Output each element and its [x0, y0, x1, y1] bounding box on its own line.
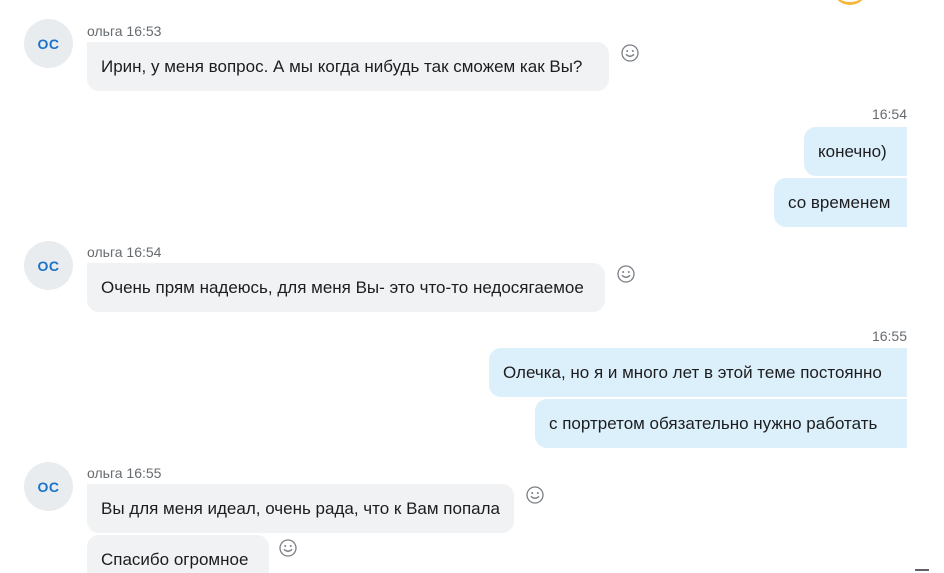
avatar[interactable]: ОС	[24, 19, 73, 68]
avatar[interactable]: ОС	[24, 462, 73, 511]
message-meta: ольга 16:54	[87, 244, 162, 260]
message-bubble-incoming[interactable]: Вы для меня идеал, очень рада, что к Вам…	[87, 484, 514, 533]
message-bubble-outgoing[interactable]: со временем	[774, 178, 907, 227]
message-time: 16:54	[871, 106, 907, 122]
partial-sticker	[832, 0, 868, 5]
smiley-reaction-icon[interactable]	[616, 264, 636, 284]
resize-handle[interactable]	[915, 569, 929, 571]
avatar[interactable]: ОС	[24, 241, 73, 290]
message-bubble-incoming[interactable]: Очень прям надеюсь, для меня Вы- это что…	[87, 263, 605, 312]
message-bubble-outgoing[interactable]: конечно)	[804, 127, 907, 176]
message-bubble-incoming[interactable]: Ирин, у меня вопрос. А мы когда нибудь т…	[87, 42, 609, 91]
message-time: 16:55	[871, 328, 907, 344]
message-bubble-outgoing[interactable]: с портретом обязательно нужно работать	[535, 399, 907, 448]
smiley-reaction-icon[interactable]	[278, 538, 298, 558]
message-bubble-outgoing[interactable]: Олечка, но я и много лет в этой теме пос…	[489, 348, 907, 397]
message-meta: ольга 16:53	[87, 23, 162, 39]
smiley-reaction-icon[interactable]	[525, 485, 545, 505]
message-bubble-incoming[interactable]: Спасибо огромное	[87, 535, 269, 573]
message-meta: ольга 16:55	[87, 465, 162, 481]
smiley-reaction-icon[interactable]	[620, 43, 640, 63]
chat-window: ОС ольга 16:53 Ирин, у меня вопрос. А мы…	[0, 0, 944, 573]
